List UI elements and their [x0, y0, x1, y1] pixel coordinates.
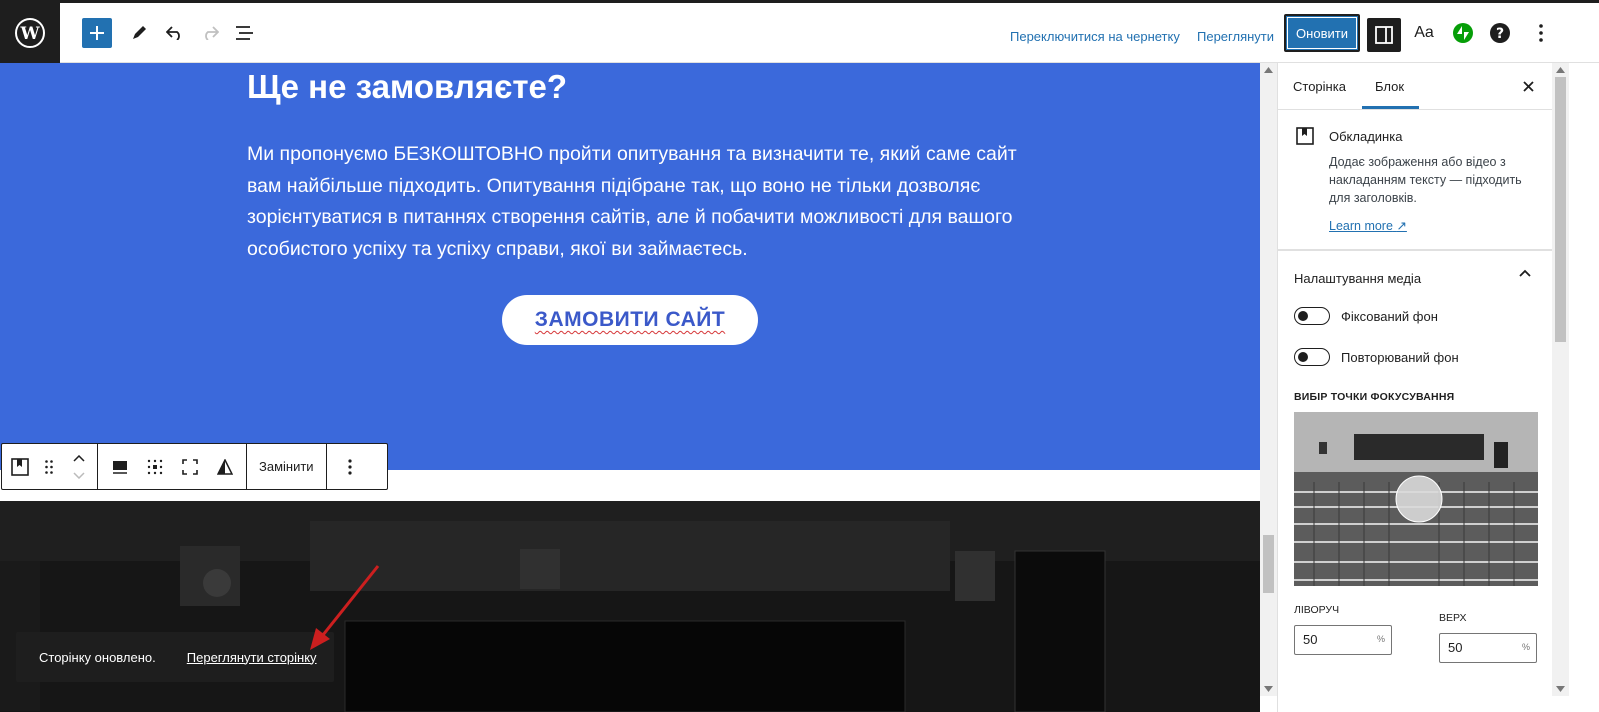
- red-arrow-annotation: [310, 565, 380, 650]
- help-icon[interactable]: ?: [1485, 18, 1515, 48]
- svg-text:W: W: [19, 24, 40, 44]
- cover-block-icon: [1296, 127, 1314, 145]
- add-block-button[interactable]: [82, 18, 112, 48]
- cover-heading[interactable]: Ще не замовляєте?: [247, 68, 567, 106]
- learn-more-label: Learn more: [1329, 219, 1393, 233]
- move-up-down-icon[interactable]: [61, 444, 97, 489]
- top-coordinate-input[interactable]: 50 %: [1439, 633, 1537, 663]
- sidebar-scrollbar[interactable]: [1552, 63, 1569, 696]
- tab-block[interactable]: Блок: [1375, 79, 1404, 94]
- snackbar-notice: Сторінку оновлено. Переглянути сторінку: [16, 632, 334, 682]
- block-toolbar: Замінити: [1, 443, 388, 490]
- percent-unit: %: [1521, 642, 1530, 652]
- document-overview-icon[interactable]: [230, 18, 260, 48]
- update-button[interactable]: Оновити: [1284, 14, 1360, 52]
- chevron-up-icon[interactable]: [1519, 269, 1531, 277]
- duotone-filter-icon[interactable]: [207, 444, 242, 489]
- replace-media-button[interactable]: Замінити: [247, 459, 326, 474]
- order-site-button-label: ЗАМОВИТИ САЙТ: [534, 308, 726, 331]
- snackbar-message: Сторінку оновлено.: [39, 649, 156, 665]
- preview-button[interactable]: Переглянути: [1197, 29, 1274, 44]
- canvas-scroll-thumb[interactable]: [1263, 535, 1274, 593]
- switch-to-draft-button[interactable]: Переключитися на чернетку: [1010, 29, 1180, 44]
- external-link-icon: ↗: [1396, 219, 1407, 233]
- repeated-background-label: Повторюваний фон: [1341, 350, 1459, 365]
- left-coordinate-value: 50: [1303, 632, 1318, 647]
- fixed-background-toggle[interactable]: [1294, 307, 1330, 325]
- redo-icon[interactable]: [195, 18, 225, 48]
- align-icon[interactable]: [102, 444, 137, 489]
- close-icon[interactable]: [1518, 76, 1538, 96]
- full-height-icon[interactable]: [172, 444, 207, 489]
- active-tab-indicator: [1362, 106, 1419, 109]
- editor-canvas[interactable]: Ще не замовляєте? Ми пропонуємо БЕЗКОШТО…: [0, 63, 1260, 712]
- block-description: Додає зображення або відео з накладанням…: [1329, 155, 1522, 205]
- view-page-link[interactable]: Переглянути сторінку: [187, 650, 317, 665]
- learn-more-link[interactable]: Learn more ↗: [1329, 218, 1407, 233]
- focal-point-label: Вибір точки фокусування: [1294, 391, 1455, 403]
- wordpress-logo-icon[interactable]: W: [0, 3, 60, 63]
- edit-tool-icon[interactable]: [124, 18, 154, 48]
- order-site-button[interactable]: ЗАМОВИТИ САЙТ: [502, 295, 758, 345]
- fixed-background-label: Фіксований фон: [1341, 309, 1438, 324]
- cover-block-icon[interactable]: [2, 444, 37, 489]
- drag-handle-icon[interactable]: [37, 444, 61, 489]
- undo-icon[interactable]: [160, 18, 190, 48]
- canvas-scrollbar[interactable]: [1260, 63, 1277, 696]
- left-coordinate-label: Ліворуч: [1294, 604, 1340, 616]
- cover-block[interactable]: Ще не замовляєте? Ми пропонуємо БЕЗКОШТО…: [0, 63, 1260, 470]
- top-toolbar: W Переключитися на чернетку Переглянути …: [0, 0, 1599, 63]
- styles-button[interactable]: Aa: [1409, 18, 1439, 48]
- jetpack-icon[interactable]: [1448, 18, 1478, 48]
- svg-text:?: ?: [1496, 26, 1504, 42]
- left-coordinate-input[interactable]: 50 %: [1294, 625, 1392, 655]
- media-settings-panel-title[interactable]: Налаштування медіа: [1294, 271, 1421, 286]
- block-title: Обкладинка: [1329, 129, 1403, 144]
- cover-paragraph[interactable]: Ми пропонуємо БЕЗКОШТОВНО пройти опитува…: [247, 139, 1017, 265]
- focal-point-picker[interactable]: [1294, 412, 1538, 586]
- percent-unit: %: [1376, 634, 1385, 644]
- settings-toggle-button[interactable]: [1367, 18, 1401, 52]
- repeated-background-toggle[interactable]: [1294, 348, 1330, 366]
- more-options-icon[interactable]: [1526, 18, 1556, 48]
- tab-page[interactable]: Сторінка: [1293, 79, 1346, 94]
- content-position-icon[interactable]: [137, 444, 172, 489]
- sidebar-scroll-thumb[interactable]: [1555, 77, 1566, 342]
- block-options-icon[interactable]: [327, 444, 373, 489]
- top-coordinate-label: Верх: [1439, 612, 1467, 624]
- top-coordinate-value: 50: [1448, 640, 1463, 655]
- sidebar-tabs: Сторінка Блок: [1278, 63, 1552, 110]
- settings-sidebar: Сторінка Блок Обкладинка Додає зображенн…: [1277, 63, 1552, 712]
